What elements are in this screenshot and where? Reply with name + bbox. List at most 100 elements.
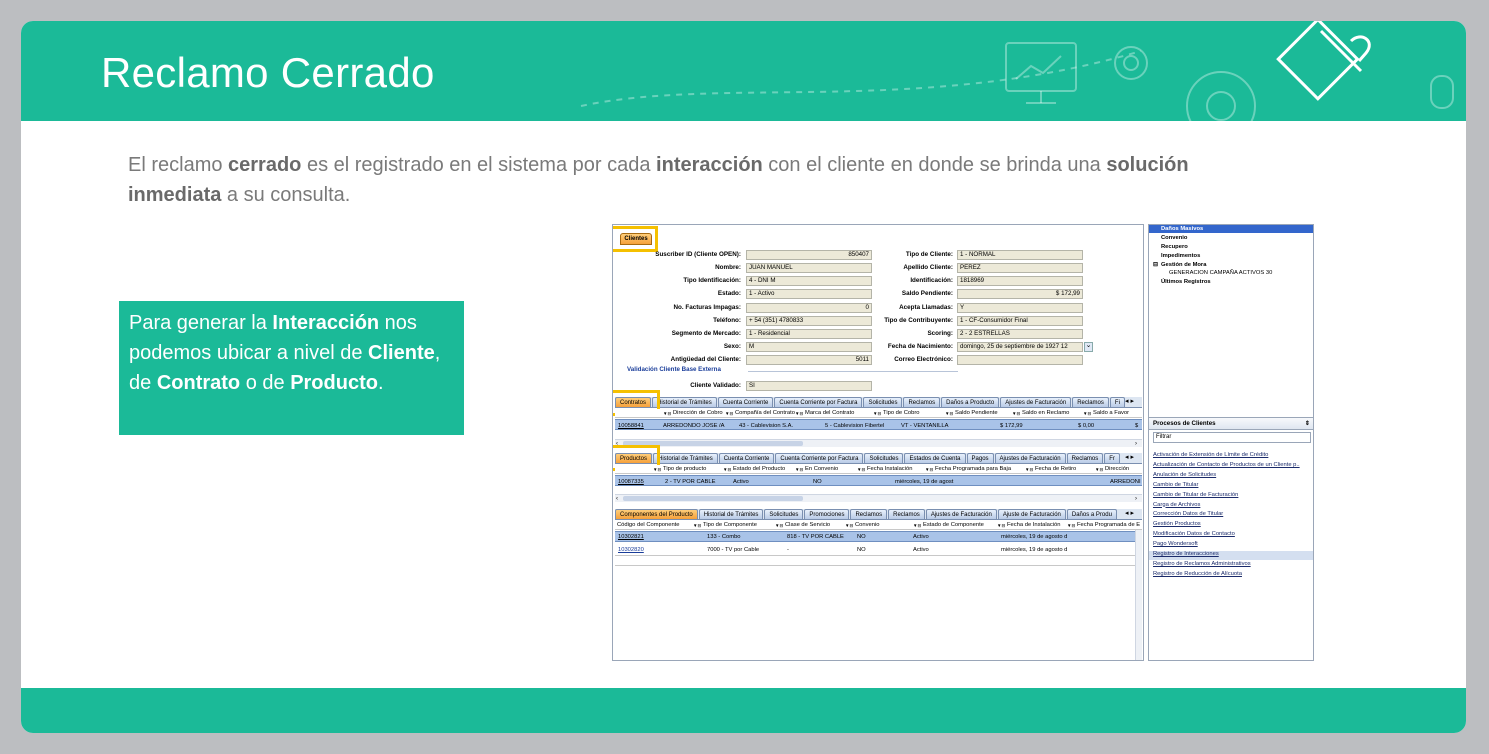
column-header[interactable]: Compañía del Contrato	[735, 409, 795, 417]
column-header[interactable]: Estado de Componente	[923, 521, 984, 529]
processes-filter-input[interactable]: Filtrar	[1153, 432, 1311, 443]
tab-contract[interactable]: Cuenta Corriente por Factura	[774, 397, 863, 407]
column-header[interactable]: Fecha Programada para Baja	[935, 465, 1011, 473]
filter-icon[interactable]: ▼⊟	[725, 409, 733, 417]
column-header[interactable]: Saldo a Favor	[1093, 409, 1129, 417]
filter-icon[interactable]: ▼⊟	[663, 409, 671, 417]
tree-item[interactable]: Gestión de Mora	[1161, 261, 1206, 269]
row-id-link[interactable]: 10087335	[618, 478, 644, 485]
tab-component[interactable]: Reclamos	[888, 509, 925, 519]
filter-icon[interactable]: ▼⊟	[1012, 409, 1020, 417]
tab-product[interactable]: Ajustes de Facturación	[994, 453, 1066, 463]
expand-icon[interactable]: ⊟	[1153, 261, 1158, 269]
tab-component[interactable]: Componentes del Producto	[615, 509, 698, 519]
filter-icon[interactable]: ▼⊟	[913, 521, 921, 529]
tab-contract[interactable]: Ajustes de Facturación	[1000, 397, 1072, 407]
column-header[interactable]: Código del Componente	[617, 521, 680, 529]
tab-component[interactable]: Ajustes de Facturación	[925, 509, 997, 519]
process-item[interactable]: Registro de Reclamos Administrativos	[1153, 560, 1251, 568]
filter-icon[interactable]: ▼⊟	[693, 521, 701, 529]
tab-product[interactable]: Estados de Cuenta	[904, 453, 966, 463]
process-item[interactable]: Carga de Archivos	[1153, 501, 1200, 509]
row-id-link[interactable]: 10302821	[618, 533, 644, 541]
tree-item[interactable]: Convenio	[1161, 234, 1187, 242]
tab-product[interactable]: Cuenta Corriente por Factura	[775, 453, 864, 463]
tab-scroll-arrows[interactable]: ◂ ▸	[1125, 453, 1134, 463]
tab-contract[interactable]: Daños a Producto	[941, 397, 1000, 407]
filter-icon[interactable]: ▼⊟	[997, 521, 1005, 529]
column-header[interactable]: Fecha Instalación	[867, 465, 912, 473]
process-item[interactable]: Registro de Reducción de Alícuota	[1153, 570, 1242, 578]
contract-row[interactable]: 10058841 ARREDONDO JOSE /A 43 - Cablevisio…	[615, 419, 1142, 430]
column-header[interactable]: Convenio	[855, 521, 880, 529]
filter-icon[interactable]: ▼⊟	[653, 465, 661, 473]
column-header[interactable]: Tipo de Cobro	[883, 409, 920, 417]
filter-icon[interactable]: ▼⊟	[1025, 465, 1033, 473]
tree-item[interactable]: Últimos Registros	[1161, 278, 1211, 286]
row-id-link[interactable]: 10058841	[618, 422, 644, 429]
filter-icon[interactable]: ▼⊟	[775, 521, 783, 529]
filter-icon[interactable]: ▼⊟	[945, 409, 953, 417]
component-row[interactable]: 10302820 7000 - TV por Cable - NO Activo miér…	[615, 545, 1142, 556]
product-row[interactable]: 10087335 2 - TV POR CABLE Activo NO miércole…	[615, 475, 1142, 486]
tab-component[interactable]: Solicitudes	[764, 509, 804, 519]
process-item[interactable]: Cambio de Titular	[1153, 481, 1198, 489]
tab-product[interactable]: Cuenta Corriente	[718, 453, 775, 463]
tab-product[interactable]: Historial de Trámites	[653, 453, 718, 463]
process-item[interactable]: Modificación Datos de Contacto	[1153, 530, 1235, 538]
tab-contract[interactable]: Reclamos	[903, 397, 941, 407]
tab-product[interactable]: Fr	[1104, 453, 1120, 463]
process-item[interactable]: Activación de Extensión de Límite de Cré…	[1153, 451, 1268, 459]
component-vscroll[interactable]	[1135, 530, 1142, 660]
filter-icon[interactable]: ▼⊟	[795, 465, 803, 473]
filter-icon[interactable]: ▼⊟	[873, 409, 881, 417]
process-item[interactable]: Gestión Productos	[1153, 520, 1201, 528]
chevron-down-icon[interactable]: ⌄	[1084, 342, 1093, 352]
filter-icon[interactable]: ▼⊟	[795, 409, 803, 417]
process-item[interactable]: Pago Wondersoft	[1153, 540, 1198, 548]
tab-contract[interactable]: Fi	[1109, 397, 1125, 407]
process-item[interactable]: Corrección Datos de Titular	[1153, 510, 1223, 518]
contract-hscroll[interactable]: ‹ ›	[615, 439, 1142, 447]
tab-product[interactable]: Reclamos	[1066, 453, 1104, 463]
tab-component[interactable]: Promociones	[804, 509, 850, 519]
tree-item[interactable]: Daños Masivos	[1161, 225, 1203, 233]
filter-icon[interactable]: ▼⊟	[1083, 409, 1091, 417]
column-header[interactable]: En Convenio	[805, 465, 838, 473]
tree-item[interactable]: Impedimentos	[1161, 252, 1200, 260]
scroll-left-icon[interactable]: ‹	[616, 495, 618, 503]
filter-icon[interactable]: ▼⊟	[925, 465, 933, 473]
tab-contract[interactable]: Solicitudes	[863, 397, 903, 407]
scroll-right-icon[interactable]: ›	[1135, 440, 1137, 448]
tab-contract[interactable]: Historial de Trámites	[652, 397, 717, 407]
column-header[interactable]: Dirección	[1105, 465, 1129, 473]
column-header[interactable]: Tipo de producto	[663, 465, 706, 473]
tree-item[interactable]: GENERACION CAMPAÑA ACTIVOS 30	[1169, 269, 1272, 277]
column-header[interactable]: Estado del Producto	[733, 465, 785, 473]
tree-item[interactable]: Recupero	[1161, 243, 1188, 251]
scroll-thumb[interactable]	[623, 496, 803, 501]
column-header[interactable]: Marca del Contrato	[805, 409, 854, 417]
filter-icon[interactable]: ▼⊟	[845, 521, 853, 529]
column-header[interactable]: Tipo de Componente	[703, 521, 757, 529]
tab-scroll-arrows[interactable]: ◂ ▸	[1125, 509, 1134, 519]
column-header[interactable]: Clase de Servicio	[785, 521, 830, 529]
process-item[interactable]: Cambio de Titular de Facturación	[1153, 491, 1238, 499]
tab-scroll-arrows[interactable]: ◂ ▸	[1125, 397, 1134, 407]
scroll-right-icon[interactable]: ›	[1135, 495, 1137, 503]
column-header[interactable]: Fecha de Instalación	[1007, 521, 1061, 529]
tab-component[interactable]: Ajuste de Facturación	[997, 509, 1066, 519]
filter-icon[interactable]: ▼⊟	[723, 465, 731, 473]
collapse-icon[interactable]: ⇕	[1305, 418, 1310, 430]
tab-contract[interactable]: Cuenta Corriente	[717, 397, 774, 407]
column-header[interactable]: Saldo en Reclamo	[1022, 409, 1069, 417]
column-header[interactable]: Dirección de Cobro	[673, 409, 723, 417]
row-id-link[interactable]: 10302820	[618, 546, 644, 555]
process-item[interactable]: Anulación de Solicitudes	[1153, 471, 1216, 479]
filter-icon[interactable]: ▼⊟	[1067, 521, 1075, 529]
tab-component[interactable]: Daños a Produ	[1066, 509, 1117, 519]
tab-component[interactable]: Reclamos	[850, 509, 888, 519]
column-header[interactable]: Fecha Programada de E	[1077, 521, 1140, 529]
filter-icon[interactable]: ▼⊟	[857, 465, 865, 473]
filter-icon[interactable]: ▼⊟	[1095, 465, 1103, 473]
